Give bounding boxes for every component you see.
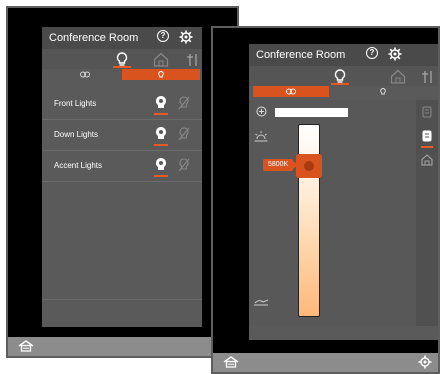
room-title: Conference Room [49, 32, 139, 44]
color-temp-readout: 5800K [263, 159, 299, 172]
screen-left: Conference Room ? Front Lights Down Ligh… [42, 27, 202, 327]
bezel-bar [8, 337, 237, 356]
title-bar: Conference Room ? [42, 27, 202, 49]
active-indicator [421, 146, 433, 148]
light-row: Down Lights [42, 120, 202, 151]
nav-lights[interactable] [111, 50, 133, 68]
bulb-off-button[interactable] [178, 127, 190, 143]
bulb-group-icon [80, 71, 90, 77]
room-title: Conference Room [256, 49, 346, 61]
bulb-on-icon [156, 96, 166, 108]
light-label: Down Lights [54, 130, 99, 139]
light-label: Accent Lights [54, 161, 103, 170]
bulb-off-icon [178, 127, 190, 141]
subtab-lights[interactable] [333, 86, 433, 97]
sub-tabs [249, 86, 438, 97]
bulb-off-button[interactable] [178, 158, 190, 174]
color-temp-slider[interactable] [298, 124, 320, 317]
room-icon[interactable] [421, 154, 433, 166]
device-icon[interactable] [422, 130, 432, 142]
bulb-off-icon [178, 96, 190, 110]
subtab-scenes[interactable] [50, 69, 120, 80]
help-icon[interactable]: ? [366, 47, 378, 59]
touch-panel-right: Conference Room ? 5800K [211, 26, 440, 374]
settings-icon[interactable] [418, 355, 432, 369]
screen-right: Conference Room ? 5800K [249, 44, 438, 340]
light-row: Accent Lights [42, 151, 202, 182]
device-icon[interactable] [422, 106, 432, 118]
bulb-off-icon [178, 158, 190, 172]
nav-row [42, 49, 202, 69]
sub-tabs [42, 69, 202, 80]
slider-handle[interactable] [296, 154, 322, 179]
nav-home[interactable] [150, 50, 172, 68]
help-icon[interactable]: ? [157, 30, 169, 42]
side-tool-column [416, 100, 438, 326]
subtab-scenes[interactable] [253, 86, 329, 97]
bulb-off-button[interactable] [178, 96, 190, 112]
light-bulb-icon [116, 51, 128, 66]
shades-icon [187, 53, 197, 66]
home-icon[interactable] [18, 340, 34, 352]
bulb-on-icon [156, 127, 166, 139]
shades-icon [422, 70, 432, 83]
nav-home[interactable] [387, 67, 409, 85]
house-icon [153, 52, 169, 67]
bulb-group-icon [286, 88, 296, 94]
nav-shades[interactable] [182, 50, 202, 68]
gear-icon[interactable] [179, 30, 193, 44]
color-temp-panel: 5800K [249, 100, 438, 326]
title-bar: Conference Room ? [249, 44, 438, 66]
bulb-on-button[interactable] [154, 126, 168, 146]
subtab-lights[interactable] [122, 69, 200, 80]
house-icon [390, 69, 406, 84]
bulb-on-icon [156, 158, 166, 170]
sun-icon [254, 131, 268, 142]
touch-panel-left: Conference Room ? Front Lights Down Ligh… [6, 6, 239, 358]
gear-icon[interactable] [388, 47, 402, 61]
light-bulb-icon [380, 87, 386, 94]
home-icon[interactable] [223, 356, 239, 368]
light-label: Front Lights [54, 99, 97, 108]
bulb-on-button[interactable] [154, 95, 168, 115]
light-bulb-icon [158, 70, 164, 77]
bezel-bar [213, 353, 438, 372]
add-icon[interactable] [256, 106, 267, 117]
bulb-on-button[interactable] [154, 157, 168, 177]
scene-name-bar[interactable] [275, 108, 348, 117]
divider [42, 299, 202, 300]
light-bulb-icon [334, 68, 346, 83]
nav-shades[interactable] [417, 67, 438, 85]
moon-icon [254, 299, 269, 306]
nav-row [249, 66, 438, 86]
nav-lights[interactable] [329, 67, 351, 85]
light-row: Front Lights [42, 89, 202, 120]
